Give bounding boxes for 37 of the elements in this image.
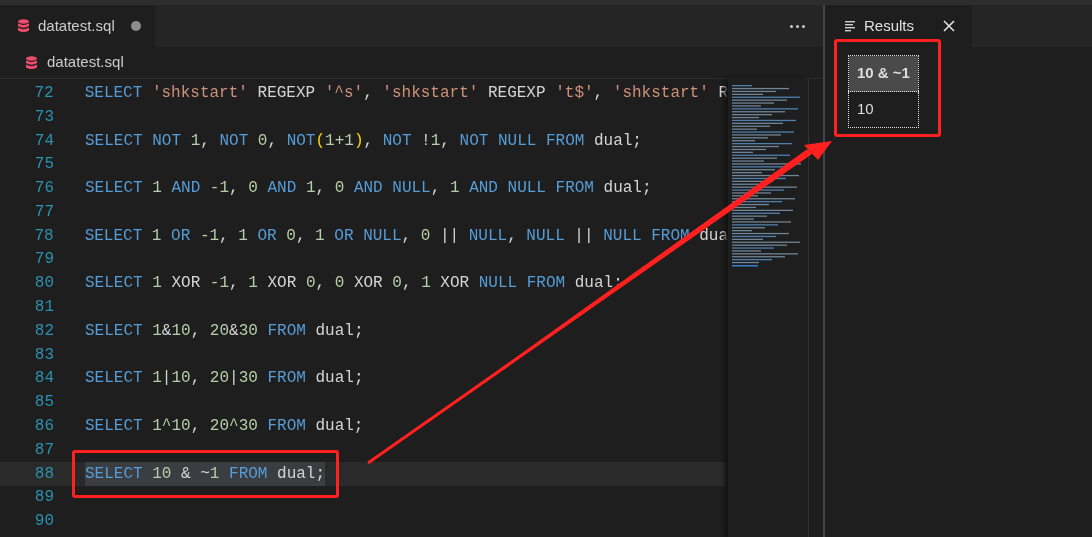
tab-label: Results [864,15,915,36]
code-line: SELECT NOT 1, NOT 0, NOT(1+1), NOT !1, NOT NULL FROM dual; [85,130,642,152]
code-line: SELECT 1&10, 20&30 FROM dual; [85,320,364,342]
line-number: 81 [33,297,54,319]
line-number: 75 [33,154,54,176]
line-number: 85 [33,392,54,414]
line-number: 84 [33,368,54,390]
line-number: 77 [33,201,54,223]
code-line: SELECT 'shkstart' REGEXP '^s', 'shkstart' REGEXP 't$', 'shkstart' R [84,82,728,104]
line-number: 79 [33,249,54,271]
line-number: 80 [33,273,54,295]
close-icon[interactable] [943,20,956,32]
line-number: 82 [33,320,54,342]
file-tab[interactable]: datatest.sql [0,5,155,47]
line-number: 74 [33,130,54,152]
database-icon [25,55,38,70]
code-line: SELECT 1 AND -1, 0 AND 1, 0 AND NULL, 1 AND NULL FROM dual; [85,178,652,200]
line-number: 86 [33,416,54,438]
line-number: 73 [33,106,54,128]
line-number: 87 [33,439,54,461]
line-number: 90 [33,511,54,533]
code-line: SELECT 1|10, 20|30 FROM dual; [85,368,364,390]
results-tab[interactable]: Results [825,5,972,47]
table-cell: 10 [848,91,919,128]
line-number: 89 [33,487,54,509]
line-number: 78 [33,225,54,247]
list-icon [845,20,857,32]
database-icon [17,19,30,33]
line-number: 72 [33,82,54,104]
code-line: SELECT 1^10, 20^30 FROM dual; [85,416,364,438]
line-number: 83 [33,344,54,366]
line-number: 76 [33,178,54,200]
more-actions-icon[interactable] [790,24,805,28]
breadcrumb-item[interactable]: datatest.sql [47,51,124,74]
line-number: 88 [33,463,54,485]
tab-label: datatest.sql [38,15,115,36]
column-header: 10 & ~1 [848,55,919,92]
